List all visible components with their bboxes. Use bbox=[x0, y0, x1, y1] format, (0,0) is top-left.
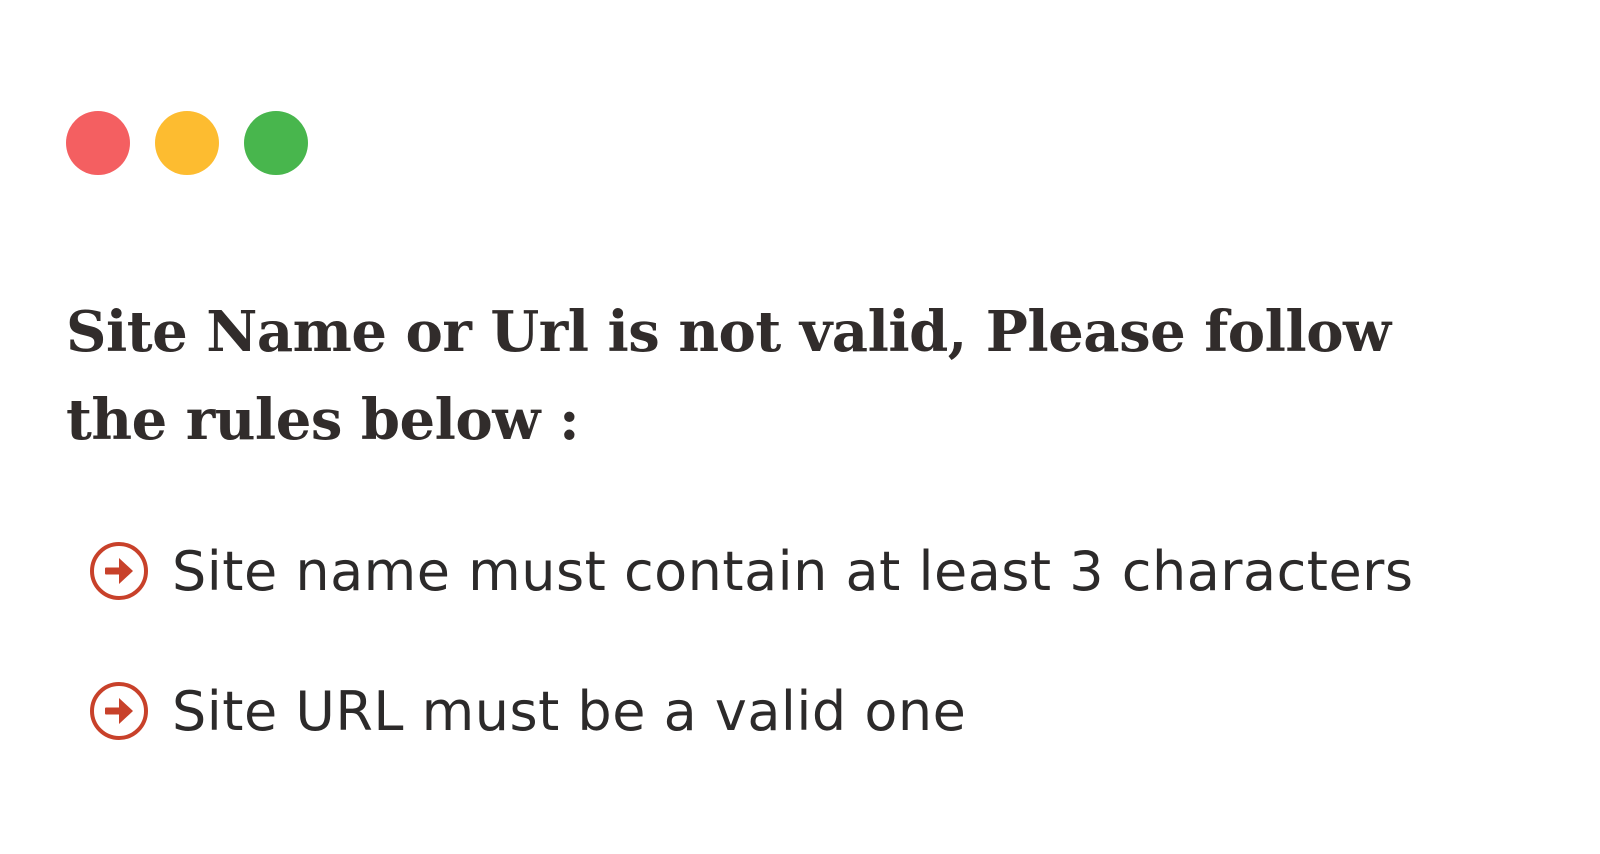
list-item: Site name must contain at least 3 charac… bbox=[88, 536, 1414, 606]
error-message: Site Name or Url is not valid, Please fo… bbox=[66, 299, 1391, 453]
rule-text: Site URL must be a valid one bbox=[172, 679, 967, 743]
maximize-window-button[interactable] bbox=[244, 111, 308, 175]
rule-text: Site name must contain at least 3 charac… bbox=[172, 539, 1414, 603]
window-controls bbox=[66, 111, 308, 175]
rules-list: Site name must contain at least 3 charac… bbox=[88, 536, 1414, 816]
dialog-window: Site Name or Url is not valid, Please fo… bbox=[0, 0, 1600, 854]
minimize-window-button[interactable] bbox=[155, 111, 219, 175]
close-window-button[interactable] bbox=[66, 111, 130, 175]
arrow-right-circle-icon bbox=[88, 680, 150, 742]
list-item: Site URL must be a valid one bbox=[88, 676, 1414, 746]
arrow-right-circle-icon bbox=[88, 540, 150, 602]
